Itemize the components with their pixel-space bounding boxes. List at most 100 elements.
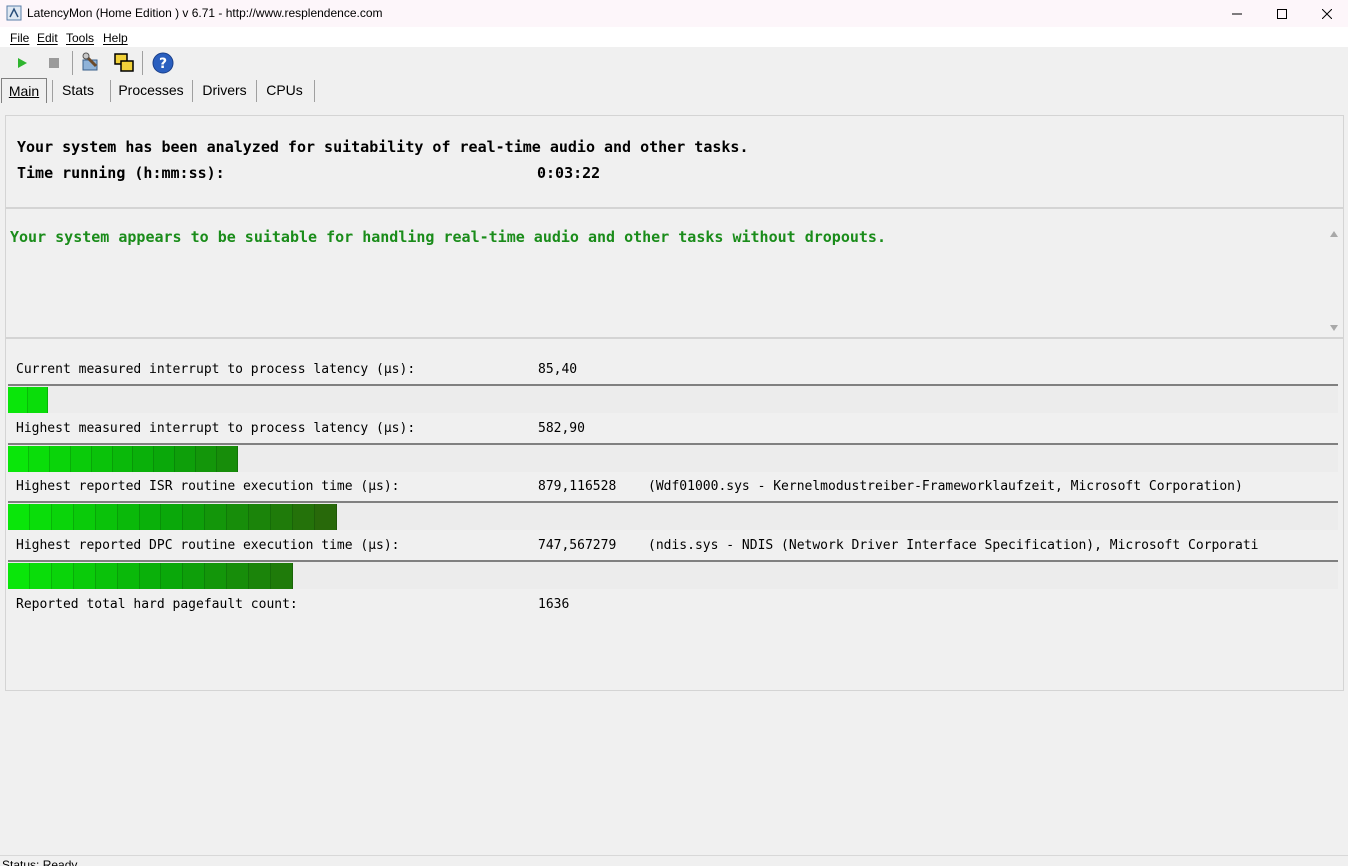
bar-segment	[73, 563, 96, 589]
tab-processes[interactable]: Processes	[115, 78, 187, 102]
help-icon: ?	[152, 52, 174, 74]
tab-bar: Main Stats Processes Drivers CPUs	[0, 78, 1348, 104]
start-button[interactable]	[10, 51, 34, 75]
bar-segment	[91, 446, 113, 472]
scroll-up-icon[interactable]	[1330, 231, 1338, 237]
bar-segment	[49, 446, 71, 472]
svg-text:?: ?	[159, 56, 167, 72]
minimize-button[interactable]	[1214, 0, 1260, 27]
bar-segment	[271, 504, 293, 530]
bar-segment	[8, 504, 30, 530]
verdict-text: Your system appears to be suitable for h…	[10, 228, 886, 246]
bar-segment	[29, 563, 52, 589]
latency-bar	[8, 560, 1338, 589]
windows-button[interactable]	[112, 51, 136, 75]
bar-segment	[227, 504, 250, 530]
bar-segment	[161, 563, 184, 589]
metric-label: Highest reported ISR routine execution t…	[16, 479, 400, 494]
bar-fill	[8, 387, 48, 413]
bar-segment	[314, 504, 337, 530]
play-icon	[18, 58, 27, 68]
menu-edit[interactable]: Edit	[37, 31, 58, 45]
menu-file[interactable]: File	[10, 31, 29, 45]
bar-segment	[161, 504, 184, 530]
driver-tool-button[interactable]	[79, 51, 103, 75]
metric-label: Reported total hard pagefault count:	[16, 597, 298, 612]
title-bar: LatencyMon (Home Edition ) v 6.71 - http…	[0, 0, 1348, 27]
bar-segment	[139, 504, 162, 530]
bar-segment	[28, 446, 50, 472]
latency-bar	[8, 384, 1338, 413]
metric-driver: (ndis.sys - NDIS (Network Driver Interfa…	[648, 538, 1259, 553]
help-button[interactable]: ?	[151, 51, 175, 75]
menu-help[interactable]: Help	[103, 31, 128, 45]
toolbar: ?	[0, 48, 1348, 78]
bar-segment	[117, 504, 140, 530]
bar-segment	[28, 387, 48, 413]
bar-segment	[8, 387, 28, 413]
bar-segment	[154, 446, 176, 472]
bar-segment	[51, 504, 74, 530]
metric-value: 747,567279	[538, 538, 617, 553]
bar-fill	[8, 563, 293, 589]
close-button[interactable]	[1304, 0, 1348, 27]
metric-driver: (Wdf01000.sys - Kernelmodustreiber-Frame…	[648, 479, 1243, 494]
bar-segment	[8, 446, 29, 472]
bar-segment	[95, 563, 118, 589]
tab-drivers[interactable]: Drivers	[198, 78, 251, 102]
tab-stats[interactable]: Stats	[57, 78, 99, 102]
bar-segment	[8, 563, 30, 589]
bar-segment	[196, 446, 218, 472]
time-running-label: Time running (h:mm:ss):	[17, 164, 225, 182]
windows-icon	[114, 53, 134, 72]
scroll-down-icon[interactable]	[1330, 325, 1338, 331]
app-icon	[6, 5, 22, 21]
bar-segment	[227, 563, 250, 589]
driver-tool-icon	[82, 52, 98, 71]
time-running-value: 0:03:22	[537, 164, 601, 182]
bar-segment	[133, 446, 155, 472]
menu-bar: File Edit Tools Help	[0, 27, 1348, 47]
maximize-button[interactable]	[1259, 0, 1305, 27]
bar-segment	[29, 504, 52, 530]
bar-segment	[249, 563, 272, 589]
bar-segment	[271, 563, 293, 589]
bar-segment	[73, 504, 96, 530]
bar-segment	[139, 563, 162, 589]
bar-segment	[175, 446, 197, 472]
bar-segment	[70, 446, 92, 472]
bar-segment	[217, 446, 238, 472]
metric-value: 85,40	[538, 362, 578, 377]
bar-segment	[183, 504, 206, 530]
metric-label: Current measured interrupt to process la…	[16, 362, 416, 377]
verdict-scrollbar[interactable]	[1326, 225, 1342, 335]
bar-segment	[117, 563, 140, 589]
analyzed-text: Your system has been analyzed for suitab…	[17, 138, 749, 156]
status-bar: Status: Ready	[0, 855, 1348, 866]
menu-tools[interactable]: Tools	[66, 31, 94, 45]
bar-segment	[205, 504, 228, 530]
summary-panel: Your system has been analyzed for suitab…	[5, 115, 1344, 208]
bar-segment	[112, 446, 134, 472]
stop-icon	[49, 58, 59, 68]
verdict-panel: Your system appears to be suitable for h…	[5, 208, 1344, 338]
bar-fill	[8, 504, 337, 530]
minimize-icon	[1232, 13, 1242, 14]
bar-segment	[205, 563, 228, 589]
metric-value: 1636	[538, 597, 570, 612]
tab-main[interactable]: Main	[1, 78, 47, 103]
window-title: LatencyMon (Home Edition ) v 6.71 - http…	[27, 6, 383, 20]
bar-segment	[249, 504, 272, 530]
metric-value: 879,116528	[538, 479, 617, 494]
bar-segment	[183, 563, 206, 589]
tab-cpus[interactable]: CPUs	[262, 78, 307, 102]
metric-label: Highest reported DPC routine execution t…	[16, 538, 400, 553]
metrics-panel: Current measured interrupt to process la…	[5, 338, 1344, 691]
bar-segment	[95, 504, 118, 530]
maximize-icon	[1277, 8, 1287, 19]
bar-segment	[292, 504, 315, 530]
bar-fill	[8, 446, 238, 472]
stop-button[interactable]	[42, 51, 66, 75]
metric-label: Highest measured interrupt to process la…	[16, 421, 416, 436]
latency-bar	[8, 443, 1338, 472]
